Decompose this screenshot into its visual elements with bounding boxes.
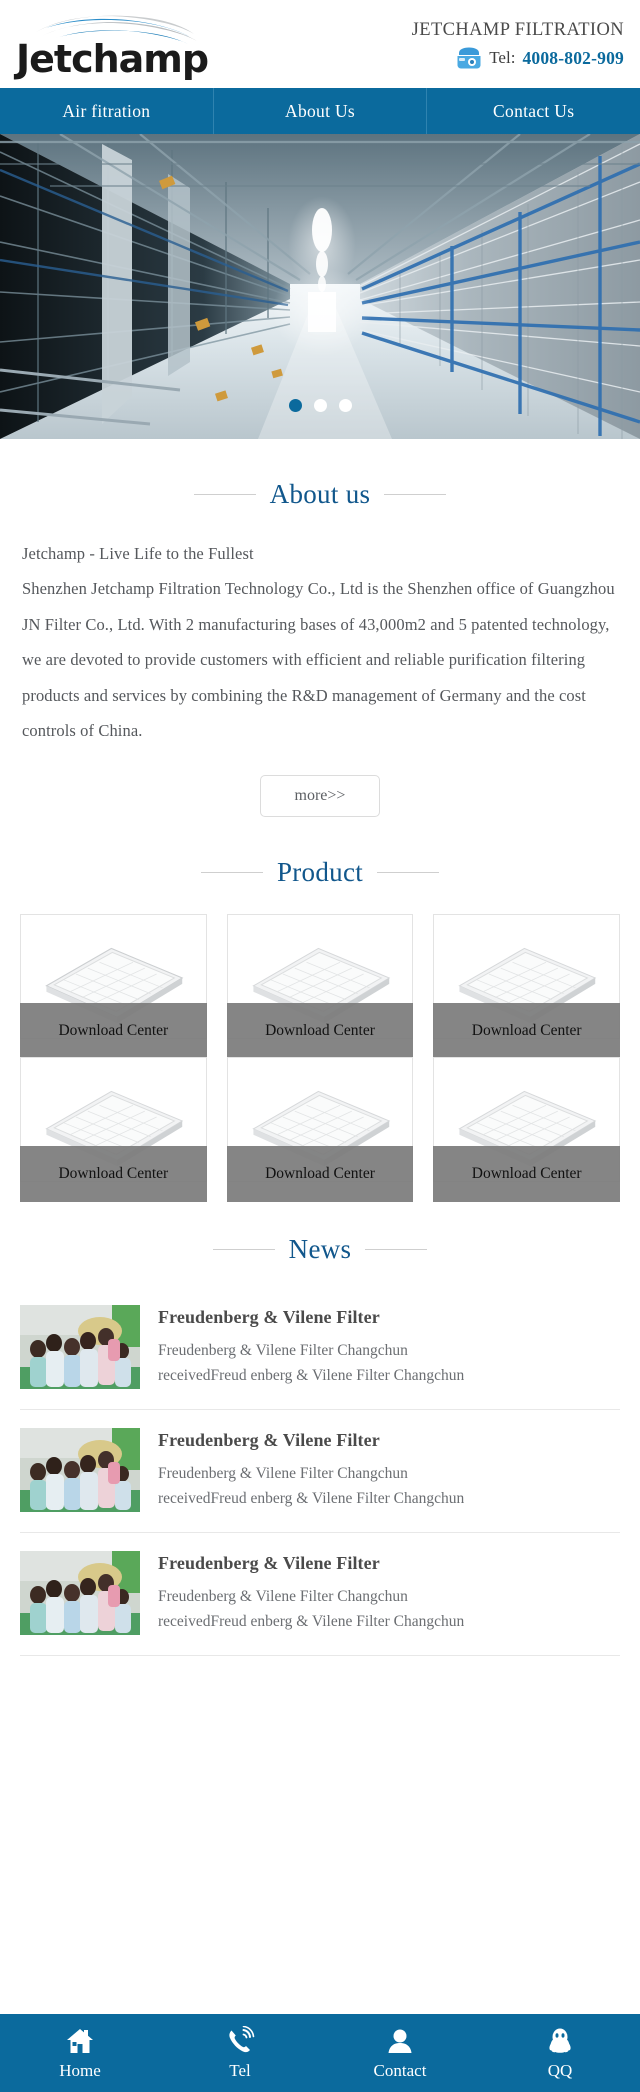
bottom-nav-label: Home (59, 2060, 101, 2080)
news-item[interactable]: Freudenberg & Vilene Filter Freudenberg … (20, 1291, 620, 1410)
children-group-photo-icon (20, 1427, 140, 1512)
carousel-dot-2[interactable] (313, 399, 327, 412)
site-header: Jetchamp JETCHAMP FILTRATION Tel: 4008-8… (0, 0, 640, 88)
bottom-nav-contact[interactable]: Contact (320, 2014, 480, 2092)
product-caption[interactable]: Download Center (433, 1002, 620, 1059)
product-caption[interactable]: Download Center (226, 1145, 414, 1202)
news-title: Freudenberg & Vilene Filter (158, 1552, 380, 1573)
phone-call-icon (229, 2025, 255, 2052)
bottom-nav-qq[interactable]: QQ (480, 2014, 640, 2092)
heading-rule-left (200, 871, 263, 873)
home-icon (67, 2028, 93, 2053)
news-desc-line2: receivedFreud enberg & Vilene Filter Cha… (158, 1612, 465, 1630)
product-caption[interactable]: Download Center (433, 1145, 620, 1202)
telephone-row[interactable]: Tel: 4008-802-909 (412, 47, 624, 69)
person-icon (388, 2029, 412, 2053)
heading-rule-right (365, 1248, 428, 1250)
bottom-nav-label: Tel (229, 2060, 251, 2080)
tel-label: Tel: (489, 48, 516, 68)
bottom-nav-tel[interactable]: Tel (160, 2014, 320, 2092)
telephone-icon (457, 47, 481, 69)
news-item[interactable]: Freudenberg & Vilene Filter Freudenberg … (20, 1410, 620, 1533)
nav-item-air-filtration[interactable]: Air fitration (0, 88, 214, 134)
children-group-photo-icon (20, 1550, 140, 1635)
product-card[interactable]: Download Center (20, 1056, 207, 1202)
logo-text: Jetchamp (16, 37, 209, 81)
bottom-nav-home[interactable]: Home (0, 2014, 160, 2092)
product-section-heading: Product (0, 857, 640, 888)
product-card[interactable]: Download Center (226, 913, 414, 1059)
bottom-nav-label: QQ (547, 2060, 573, 2080)
carousel-dot-1[interactable] (288, 399, 302, 412)
product-card[interactable]: Download Center (226, 1056, 414, 1202)
nav-item-contact-us[interactable]: Contact Us (427, 88, 640, 134)
heading-rule-left (193, 494, 256, 495)
about-description: Shenzhen Jetchamp Filtration Technology … (22, 579, 615, 741)
news-text: Freudenberg & Vilene Filter Freudenberg … (158, 1551, 464, 1635)
about-heading-text: About us (269, 479, 371, 509)
news-title: Freudenberg & Vilene Filter (158, 1306, 380, 1327)
news-desc-line2: receivedFreud enberg & Vilene Filter Cha… (158, 1489, 465, 1507)
news-desc-line1: Freudenberg & Vilene Filter Changchun (158, 1464, 408, 1482)
about-section-heading: About us (0, 479, 640, 510)
news-item[interactable]: Freudenberg & Vilene Filter Freudenberg … (20, 1533, 620, 1656)
news-desc-line1: Freudenberg & Vilene Filter Changchun (158, 1587, 408, 1605)
about-tagline: Jetchamp - Live Life to the Fullest (22, 544, 254, 563)
nav-item-about-us[interactable]: About Us (214, 88, 428, 134)
news-text: Freudenberg & Vilene Filter Freudenberg … (158, 1305, 464, 1389)
carousel-dots (0, 399, 640, 412)
heading-rule-right (377, 871, 440, 873)
heading-rule-left (212, 1248, 275, 1250)
bottom-nav-label: Contact (373, 2060, 427, 2080)
hero-carousel[interactable] (0, 134, 640, 439)
news-section-heading: News (0, 1234, 640, 1265)
product-caption[interactable]: Download Center (20, 1145, 207, 1202)
carousel-dot-3[interactable] (338, 399, 352, 412)
main-navigation: Air fitration About Us Contact Us (0, 88, 640, 134)
about-body: Jetchamp - Live Life to the Fullest Shen… (0, 510, 640, 817)
qq-penguin-icon (549, 2028, 571, 2053)
product-grid: Download Center Download Center Download… (0, 913, 640, 1202)
more-button[interactable]: more>> (259, 774, 381, 817)
news-heading-text: News (288, 1233, 352, 1264)
product-heading-text: Product (276, 856, 364, 887)
about-more-wrap: more>> (22, 774, 618, 817)
news-title: Freudenberg & Vilene Filter (158, 1429, 380, 1450)
news-text: Freudenberg & Vilene Filter Freudenberg … (158, 1428, 464, 1512)
product-card[interactable]: Download Center (433, 1056, 620, 1202)
bottom-navigation-bar: Home Tel Contact QQ (0, 2014, 640, 2092)
header-contact: JETCHAMP FILTRATION Tel: 4008-802-909 (412, 19, 626, 69)
news-desc-line2: receivedFreud enberg & Vilene Filter Cha… (158, 1366, 465, 1384)
news-desc-line1: Freudenberg & Vilene Filter Changchun (158, 1341, 408, 1359)
brand-name: JETCHAMP FILTRATION (411, 19, 624, 40)
heading-rule-right (384, 494, 447, 495)
product-caption[interactable]: Download Center (20, 1002, 207, 1059)
hero-image (0, 134, 640, 439)
tel-number[interactable]: 4008-802-909 (522, 48, 624, 69)
children-group-photo-icon (20, 1304, 140, 1389)
product-card[interactable]: Download Center (433, 913, 620, 1059)
product-card[interactable]: Download Center (20, 913, 207, 1059)
news-list: Freudenberg & Vilene Filter Freudenberg … (0, 1291, 640, 1656)
logo[interactable]: Jetchamp (16, 10, 209, 81)
product-caption[interactable]: Download Center (226, 1002, 414, 1059)
bottom-spacer (0, 1656, 640, 1680)
